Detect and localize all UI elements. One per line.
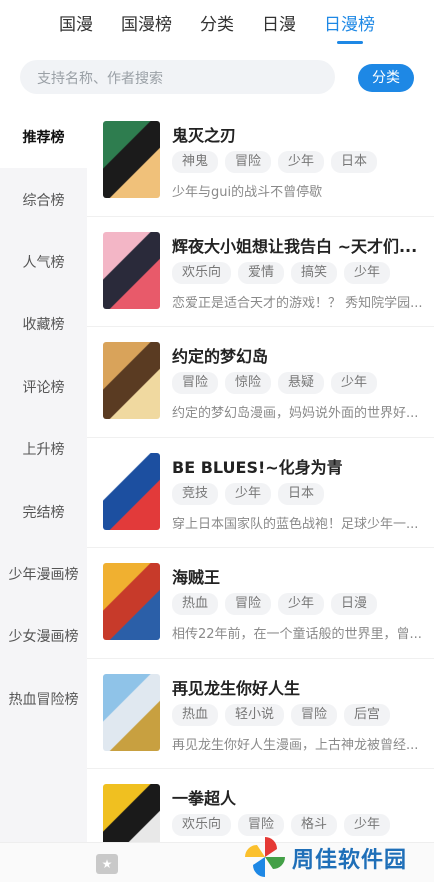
ranking-sidebar: 推荐榜 综合榜 人气榜 收藏榜 评论榜 上升榜 完结榜 少年漫画榜 少女漫画榜 热血冒险榜	[0, 106, 87, 842]
comic-tag: 冒险	[172, 372, 219, 394]
comic-description: 相传22年前，在一个童话般的世界里，曾...	[172, 627, 422, 642]
star-tab-icon[interactable]: ★	[96, 854, 118, 874]
comic-title[interactable]: 约定的梦幻岛	[172, 343, 422, 367]
comic-tag: 冒险	[238, 814, 285, 836]
comic-title[interactable]: BE BLUES!~化身为青	[172, 454, 422, 478]
comic-tag: 悬疑	[278, 372, 325, 394]
top-tab-bar: 国漫 国漫榜 分类 日漫 日漫榜	[0, 0, 434, 46]
watermark: 周佳软件园	[240, 834, 434, 880]
comic-cover[interactable]	[103, 784, 160, 842]
comic-tag: 冒险	[225, 593, 272, 615]
comic-cover[interactable]	[103, 452, 160, 530]
comic-tags: 欢乐向 爱情 搞笑 少年	[172, 261, 391, 284]
search-placeholder: 支持名称、作者搜索	[37, 71, 163, 87]
comic-list-item[interactable]: 再见龙生你好人生 热血 轻小说 冒险 后宫再见龙生你好人生漫画，上古神龙被曾经...	[87, 659, 434, 769]
sidebar-item[interactable]: 上升榜	[0, 418, 87, 480]
comic-list-item[interactable]: 辉夜大小姐想让我告白 ~天才们... 欢乐向 爱情 搞笑 少年恋爱正是适合天才的游戏！？…	[87, 217, 434, 327]
comic-cover[interactable]	[103, 563, 160, 640]
comic-title[interactable]: 一拳超人	[172, 785, 422, 809]
comic-tag: 惊险	[225, 372, 272, 394]
comic-tag: 后宫	[344, 703, 391, 726]
comic-tag: 少年	[344, 814, 391, 836]
comic-cover[interactable]	[103, 673, 160, 751]
comic-tag: 少年	[331, 372, 378, 394]
sidebar-item[interactable]: 评论榜	[0, 356, 87, 418]
sidebar-item[interactable]: 推荐榜	[0, 106, 87, 169]
comic-title[interactable]: 鬼灭之刃	[172, 122, 422, 146]
pinwheel-logo-icon	[245, 837, 285, 877]
comic-list-item[interactable]: 一拳超人欢乐向 冒险 格斗 少年	[87, 769, 434, 842]
comic-list-item[interactable]: 海贼王热血 冒险 少年 日漫相传22年前，在一个童话般的世界里，曾...	[87, 548, 434, 659]
comic-tags: 热血 轻小说 冒险 后宫	[172, 703, 391, 726]
comic-tag: 搞笑	[291, 261, 338, 284]
comic-title[interactable]: 海贼王	[172, 564, 422, 588]
sidebar-item[interactable]: 综合榜	[0, 168, 87, 230]
comic-description: 穿上日本国家队的蓝色战袍！足球少年一...	[172, 516, 419, 532]
comic-cover[interactable]	[103, 121, 160, 198]
sidebar-item[interactable]: 少女漫画榜	[0, 605, 87, 667]
comic-list-item[interactable]: 鬼灭之刃 神鬼 冒险 少年 日本 少年与gui的战斗不曾停歇	[87, 106, 434, 217]
comic-list-item[interactable]: BE BLUES!~化身为青 竞技 少年 日本穿上日本国家队的蓝色战袍！足球少年一..…	[87, 438, 434, 548]
sidebar-item[interactable]: 人气榜	[0, 231, 87, 293]
sidebar-item[interactable]: 少年漫画榜	[0, 543, 87, 605]
top-tab[interactable]: 日漫	[252, 0, 306, 46]
sidebar-item[interactable]: 完结榜	[0, 480, 87, 542]
comic-tag: 日漫	[331, 593, 378, 615]
top-tab[interactable]: 国漫	[49, 0, 103, 46]
comic-tags: 热血 冒险 少年 日漫	[172, 593, 378, 615]
comic-title[interactable]: 辉夜大小姐想让我告白 ~天才们...	[172, 233, 422, 257]
comic-description: 少年与gui的战斗不曾停歇	[172, 185, 323, 200]
comic-tags: 竞技 少年 日本	[172, 482, 325, 505]
comic-description: 再见龙生你好人生漫画，上古神龙被曾经...	[172, 737, 419, 753]
comic-tag: 少年	[278, 593, 325, 615]
comic-tag: 日本	[331, 151, 378, 173]
comic-tags: 欢乐向 冒险 格斗 少年	[172, 814, 391, 836]
comic-tag: 竞技	[172, 482, 219, 505]
comic-tag: 欢乐向	[172, 814, 232, 836]
search-row: 支持名称、作者搜索 分类	[20, 60, 414, 94]
search-input[interactable]: 支持名称、作者搜索	[20, 60, 335, 94]
watermark-text: 周佳软件园	[292, 848, 408, 873]
comic-title[interactable]: 再见龙生你好人生	[172, 675, 422, 699]
comic-cover[interactable]	[103, 342, 160, 419]
top-tab[interactable]: 国漫榜	[111, 0, 182, 46]
comic-tag: 少年	[278, 151, 325, 173]
comic-tag: 格斗	[291, 814, 338, 836]
comic-tags: 冒险 惊险 悬疑 少年	[172, 372, 378, 394]
comic-tag: 少年	[344, 261, 391, 284]
sidebar-item[interactable]: 热血冒险榜	[0, 668, 87, 730]
filter-button[interactable]: 分类	[358, 64, 414, 92]
comic-tag: 少年	[225, 482, 272, 505]
comic-tag: 轻小说	[225, 703, 285, 726]
top-tab[interactable]: 分类	[190, 0, 244, 46]
sidebar-item[interactable]: 收藏榜	[0, 293, 87, 355]
comic-tag: 爱情	[238, 261, 285, 284]
comic-list[interactable]: 鬼灭之刃 神鬼 冒险 少年 日本 少年与gui的战斗不曾停歇 辉夜大小姐想让我告白 ~天才们…	[87, 106, 434, 842]
comic-tag: 热血	[172, 593, 219, 615]
top-tab[interactable]: 日漫榜	[314, 0, 385, 46]
comic-tag: 欢乐向	[172, 261, 232, 284]
comic-list-item[interactable]: 约定的梦幻岛 冒险 惊险 悬疑 少年约定的梦幻岛漫画，妈妈说外面的世界好...	[87, 327, 434, 438]
comic-description: 恋爱正是适合天才的游戏！？ 秀知院学园...	[172, 295, 423, 311]
comic-tag: 日本	[278, 482, 325, 505]
comic-tag: 冒险	[291, 703, 338, 726]
comic-tag: 神鬼	[172, 151, 219, 173]
comic-tag: 热血	[172, 703, 219, 726]
comic-cover[interactable]	[103, 231, 160, 309]
comic-description: 约定的梦幻岛漫画，妈妈说外面的世界好...	[172, 406, 419, 421]
comic-tags: 神鬼 冒险 少年 日本	[172, 151, 378, 173]
comic-tag: 冒险	[225, 151, 272, 173]
